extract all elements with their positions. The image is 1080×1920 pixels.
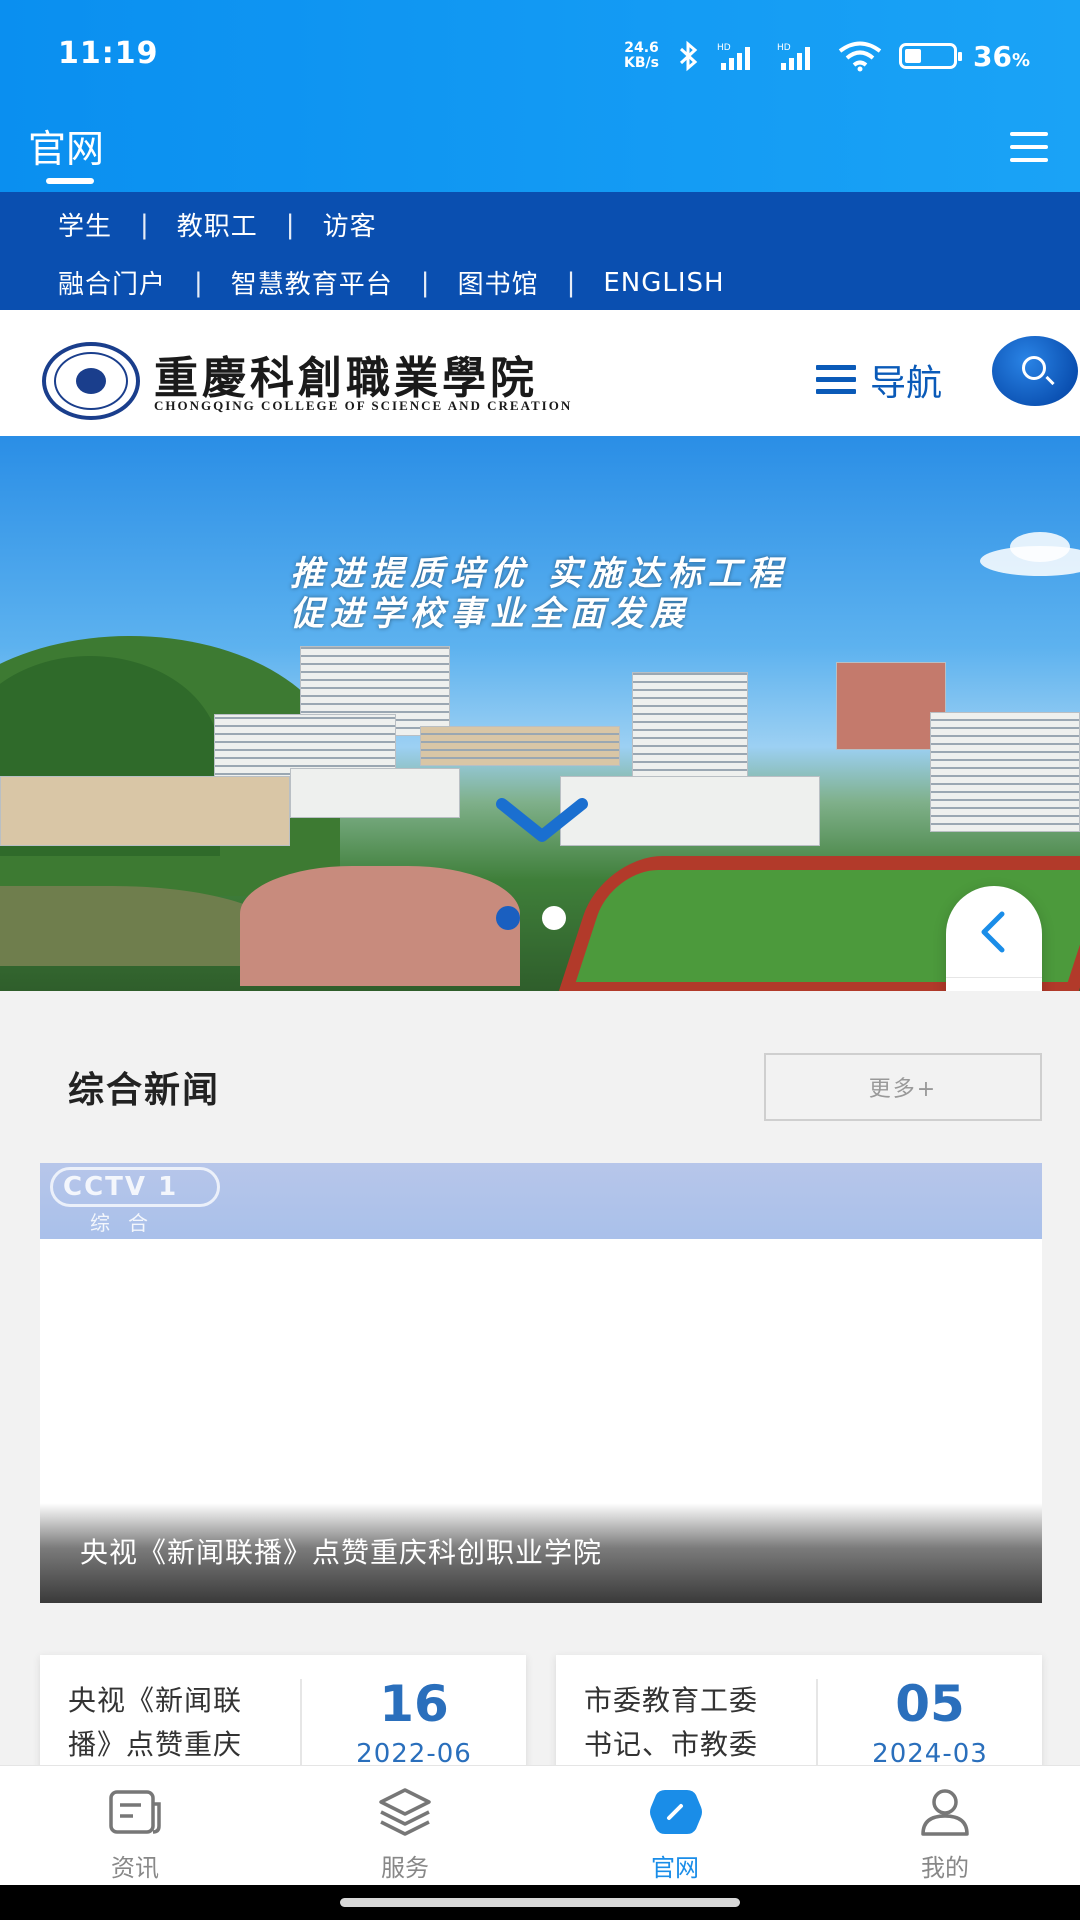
- signal-icon: HD: [717, 43, 750, 70]
- featured-news[interactable]: CCTV 1 综合 央视《新闻联播》点赞重庆科创职业学院: [40, 1163, 1042, 1603]
- back-button[interactable]: [946, 886, 1042, 978]
- news-section: 综合新闻 更多+ CCTV 1 综合 央视《新闻联播》点赞重庆科创职业学院 央视…: [0, 991, 1080, 1799]
- news-card-title: 央视《新闻联 播》点赞重庆: [68, 1679, 288, 1767]
- nav-link-english[interactable]: ENGLISH: [603, 268, 724, 298]
- nav-separator: |: [420, 267, 430, 298]
- nav-link-students[interactable]: 学生: [58, 206, 112, 243]
- nav-link-smart-education[interactable]: 智慧教育平台: [231, 264, 393, 301]
- layers-icon: [379, 1788, 431, 1836]
- pond: [0, 886, 280, 966]
- building: [420, 726, 620, 766]
- svg-text:HD: HD: [777, 43, 791, 53]
- carousel-dot-active[interactable]: [542, 906, 566, 930]
- nav-separator: |: [566, 267, 576, 298]
- signal-icon: HD: [777, 43, 810, 70]
- status-icons: 24.6 KB/s HD HD 36%: [624, 38, 1030, 74]
- building: [290, 768, 460, 818]
- compass-icon: [650, 1790, 702, 1834]
- app-header: 11:19 24.6 KB/s HD HD 36% 官网: [0, 0, 1080, 192]
- title-underline: [46, 178, 94, 184]
- battery-icon: [898, 43, 962, 69]
- news-card-title-line: 播》点赞重庆: [68, 1728, 243, 1761]
- building: [560, 776, 820, 846]
- cloud: [1010, 532, 1070, 562]
- chevron-down-icon[interactable]: [494, 796, 590, 846]
- status-bar: 11:19 24.6 KB/s HD HD 36%: [0, 0, 1080, 110]
- tab-news[interactable]: 资讯: [0, 1766, 270, 1886]
- more-button[interactable]: 更多+: [764, 1053, 1042, 1121]
- nav-menu-label: 导航: [870, 363, 943, 404]
- tab-label: 服务: [381, 1854, 429, 1882]
- tab-label: 资讯: [111, 1854, 159, 1882]
- banner-slogan-line: 推进提质培优 实施达标工程: [290, 554, 788, 594]
- featured-news-image: CCTV 1 综合: [40, 1163, 1042, 1239]
- carousel-dot[interactable]: [496, 906, 520, 930]
- bluetooth-icon: [679, 40, 698, 72]
- news-card-day: 16: [379, 1675, 449, 1733]
- battery-percent: 36%: [972, 39, 1030, 73]
- list-icon: [816, 365, 856, 395]
- site-nav-row-portals: 融合门户 | 智慧教育平台 | 图书馆 | ENGLISH: [58, 264, 725, 301]
- college-seal-logo[interactable]: [42, 342, 140, 420]
- tab-profile[interactable]: 我的: [810, 1766, 1080, 1886]
- cctv-logo-sub: 综合: [90, 1211, 166, 1235]
- news-card-title: 市委教育工委 书记、市教委: [584, 1679, 804, 1767]
- tab-label: 我的: [921, 1854, 969, 1882]
- svg-text:HD: HD: [717, 43, 731, 53]
- tab-services[interactable]: 服务: [270, 1766, 540, 1886]
- nav-menu-button[interactable]: 导航: [816, 354, 942, 406]
- news-card-title-line: 市委教育工委: [584, 1684, 759, 1717]
- college-name-en: CHONGQING COLLEGE OF SCIENCE AND CREATIO…: [154, 398, 573, 413]
- carousel-dots: [496, 906, 566, 930]
- status-time: 11:19: [58, 36, 159, 71]
- site-nav: 学生 | 教职工 | 访客 融合门户 | 智慧教育平台 | 图书馆 | ENGL…: [0, 192, 1080, 310]
- cctv-logo: CCTV 1: [50, 1167, 220, 1207]
- nav-separator: |: [285, 209, 295, 240]
- news-card-day: 05: [895, 1675, 965, 1733]
- wifi-icon: [838, 41, 882, 72]
- nav-link-visitors[interactable]: 访客: [323, 206, 377, 243]
- menu-icon[interactable]: [1010, 132, 1048, 162]
- nav-separator: |: [140, 209, 149, 240]
- building: [930, 712, 1080, 832]
- nav-link-library[interactable]: 图书馆: [458, 264, 539, 301]
- news-card-title-line: 书记、市教委: [584, 1728, 759, 1761]
- news-card-title-line: 央视《新闻联: [68, 1684, 243, 1717]
- search-button[interactable]: [992, 336, 1078, 406]
- college-name-cn[interactable]: 重慶科創職業學院: [154, 342, 538, 406]
- chevron-left-icon: [981, 911, 1005, 953]
- banner-slogan: 推进提质培优 实施达标工程 促进学校事业全面发展: [290, 554, 788, 634]
- plaza: [240, 866, 520, 986]
- tab-official-site[interactable]: 官网: [540, 1766, 810, 1886]
- network-speed-value: 24.6: [624, 40, 659, 56]
- building: [0, 776, 290, 846]
- nav-link-portal[interactable]: 融合门户: [58, 264, 166, 301]
- system-navigation-bar: [0, 1885, 1080, 1920]
- network-speed: 24.6 KB/s: [624, 41, 659, 71]
- section-title: 综合新闻: [68, 1070, 221, 1111]
- bottom-tab-bar: 资讯 服务 官网 我的: [0, 1765, 1080, 1885]
- home-indicator[interactable]: [340, 1898, 740, 1907]
- banner-slogan-line: 促进学校事业全面发展: [290, 594, 690, 634]
- network-speed-unit: KB/s: [624, 55, 659, 71]
- banner-carousel[interactable]: 推进提质培优 实施达标工程 促进学校事业全面发展: [0, 436, 1080, 991]
- page-title[interactable]: 官网: [28, 118, 104, 173]
- tab-label: 官网: [651, 1854, 699, 1882]
- news-icon: [109, 1790, 161, 1834]
- nav-separator: |: [194, 267, 203, 298]
- nav-link-staff[interactable]: 教职工: [177, 206, 258, 243]
- logo-bar: 重慶科創職業學院 CHONGQING COLLEGE OF SCIENCE AN…: [0, 310, 1080, 436]
- featured-news-caption: 央视《新闻联播》点赞重庆科创职业学院: [40, 1503, 1042, 1603]
- site-nav-row-audience: 学生 | 教职工 | 访客: [58, 206, 377, 243]
- user-icon: [921, 1789, 969, 1836]
- search-icon: [1022, 356, 1046, 380]
